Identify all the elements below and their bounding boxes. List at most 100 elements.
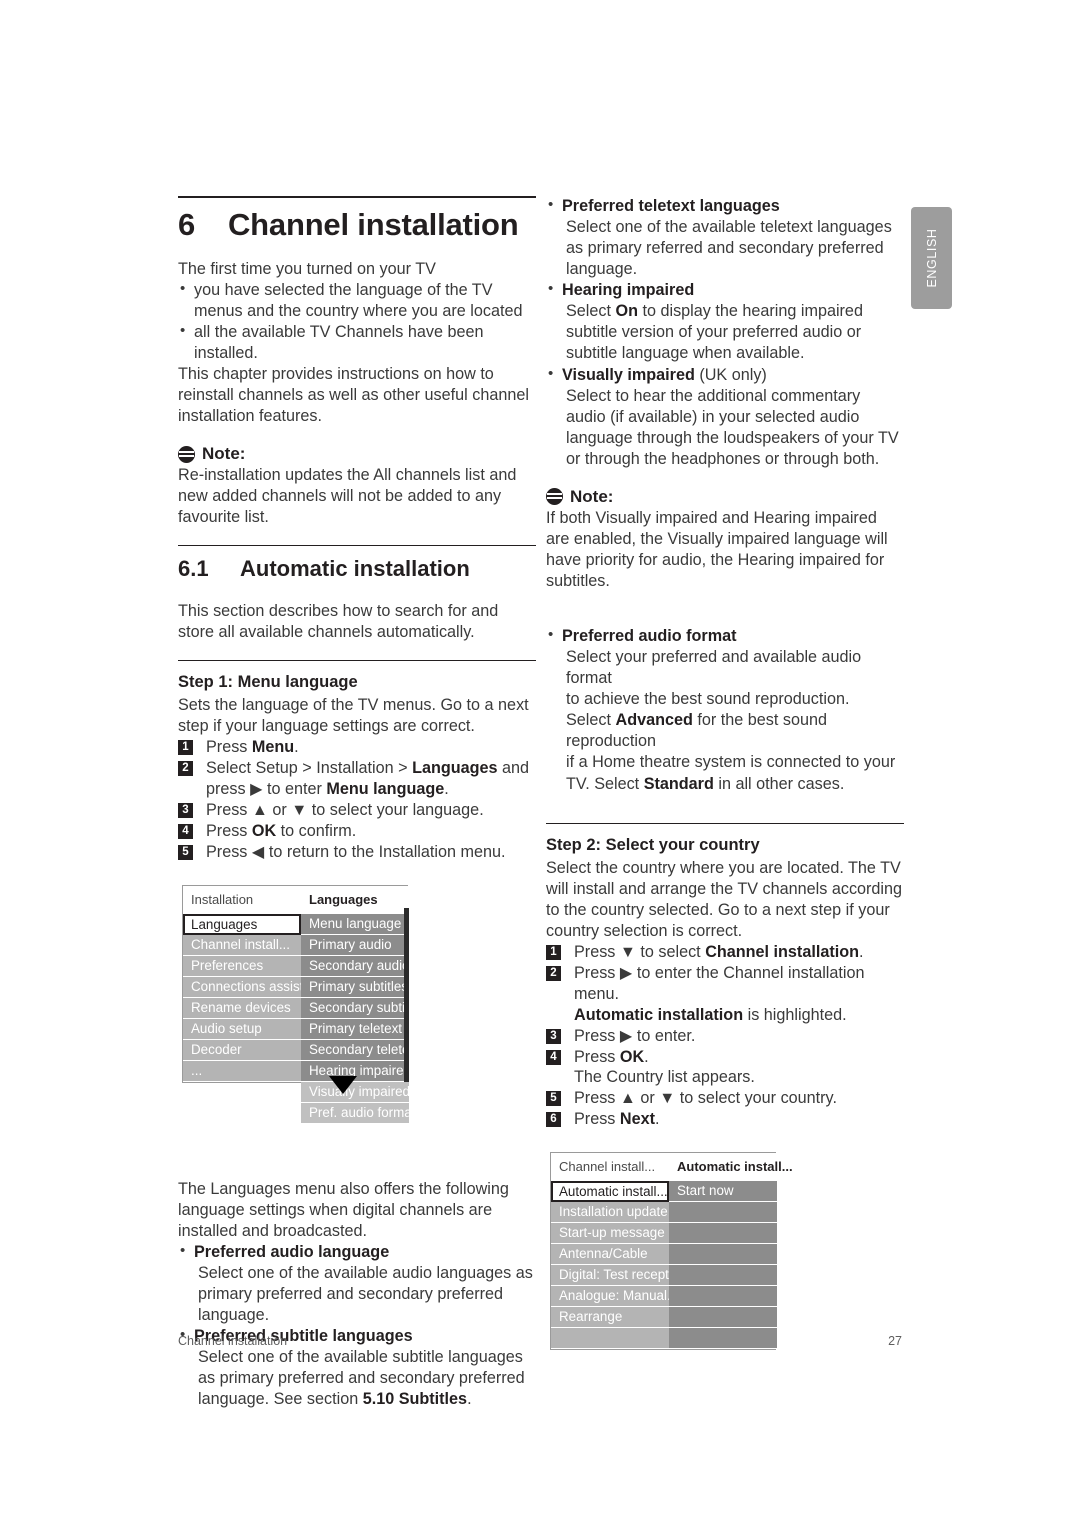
tv-menu-left-header: Installation (183, 885, 301, 914)
tv-menu-right-pane: Automatic install... Start now (669, 1153, 793, 1350)
bullet-body: Select On to display the hearing impaire… (562, 301, 904, 364)
menu-item-installation-update[interactable]: Installation update (551, 1202, 669, 1224)
menu-item-audio-setup[interactable]: Audio setup (183, 1018, 301, 1040)
list-item: all the available TV Channels have been … (178, 321, 536, 364)
menu-item-rearrange[interactable]: Rearrange (551, 1307, 669, 1329)
menu-item-automatic-install[interactable]: Automatic install... (551, 1181, 669, 1203)
step-text: Press ▼ to select (574, 943, 706, 962)
menu-item-blank (669, 1286, 777, 1308)
menu-item-secondary-subtitles[interactable]: Secondary subtitl.. (301, 997, 409, 1019)
menu-item-channel-install[interactable]: Channel install... (183, 934, 301, 956)
note-icon (178, 445, 195, 463)
tv-menu-languages[interactable]: Installation Languages Channel install..… (182, 884, 409, 1123)
menu-item-preferences[interactable]: Preferences (183, 955, 301, 977)
tv-menu-columns: Installation Languages Channel install..… (183, 885, 409, 1095)
menu-item-connections-assist[interactable]: Connections assist. (183, 976, 301, 998)
menu-item-primary-audio[interactable]: Primary audio (301, 934, 409, 956)
step-tail: . (444, 780, 449, 799)
step-text: Press (574, 1047, 620, 1066)
note-icon (546, 488, 563, 506)
menu-item-blank (669, 1202, 777, 1224)
bullet-title: Visually impaired (562, 365, 695, 384)
note-heading: Note: (178, 444, 536, 464)
menu-item-blank (669, 1223, 777, 1245)
menu-item-start-now[interactable]: Start now (669, 1181, 777, 1203)
step-keyword: Automatic installation (574, 1005, 744, 1024)
menu-item-languages[interactable]: Languages (183, 913, 301, 935)
footer-chapter-label: Channel installation (178, 1334, 288, 1348)
step-text: Select Setup > Installation > (206, 759, 413, 778)
step1-intro: Sets the language of the TV menus. Go to… (178, 696, 529, 736)
bullet-title: Preferred audio format (562, 627, 737, 646)
right-column: Preferred teletext languages Select one … (546, 195, 904, 1351)
audio-format-line3-pre: Select (566, 711, 616, 730)
list-item: Preferred teletext languages Select one … (546, 195, 904, 280)
step-text: Press ▶ to enter. (574, 1026, 696, 1045)
menu-item-secondary-audio[interactable]: Secondary audio (301, 955, 409, 977)
document-page: 6 Channel installation The first time you… (0, 0, 1080, 1528)
step1-heading: Step 1: Menu language (178, 672, 358, 691)
step-marker: 4 (178, 823, 193, 839)
bullet-body: Select your preferred and available audi… (562, 647, 904, 794)
tv-menu-channel-installation[interactable]: Channel install... Automatic install... … (550, 1152, 793, 1351)
section-rule (178, 545, 536, 547)
bullet-title: Hearing impaired (562, 281, 695, 300)
list-item: 5 Press ◀ to return to the Installation … (178, 842, 536, 863)
step-marker: 3 (546, 1028, 561, 1044)
audio-format-line5-tail: in all other cases. (713, 774, 845, 793)
bullet-body: Select one of the available audio langua… (198, 1263, 533, 1325)
step-text: press ▶ to enter (206, 780, 327, 799)
left-column: 6 Channel installation The first time you… (178, 196, 536, 1410)
menu-item-startup-message[interactable]: Start-up message (551, 1223, 669, 1245)
menu-item-primary-teletext[interactable]: Primary teletext (301, 1018, 409, 1040)
note-label: Note: (570, 486, 614, 506)
step-marker: 4 (546, 1049, 561, 1065)
list-item: you have selected the language of the TV… (178, 279, 536, 322)
menu-scrollbar[interactable] (404, 907, 409, 1095)
scroll-down-arrow-icon (329, 1075, 357, 1094)
step-text: Press ▶ to enter the Channel installatio… (574, 963, 865, 1003)
menu-item-digital-test-reception[interactable]: Digital: Test recept... (551, 1265, 669, 1287)
footer-page-number: 27 (888, 1334, 902, 1348)
menu-item-rename-devices[interactable]: Rename devices (183, 997, 301, 1019)
audio-format-line4: if a Home theatre system is connected to… (566, 753, 896, 772)
audio-format-line1: Select your preferred and available audi… (566, 648, 862, 688)
step-text: Press ▲ or ▼ to select your country. (574, 1089, 837, 1108)
step2-heading: Step 2: Select your country (546, 835, 760, 854)
step2-rule (546, 822, 904, 824)
menu-item-secondary-teletext[interactable]: Secondary teletext (301, 1039, 409, 1061)
step-text: Press (206, 738, 252, 757)
step-marker: 1 (546, 945, 561, 961)
step2-list: 1 Press ▼ to select Channel installation… (546, 942, 904, 1130)
step-continuation: The Country list appears. (574, 1068, 755, 1087)
note-body: Re-installation updates the All channels… (178, 466, 517, 527)
audio-format-line2: to achieve the best sound reproduction. (566, 690, 850, 709)
menu-item-analogue-manual[interactable]: Analogue: Manual... (551, 1286, 669, 1308)
menu-item-more[interactable]: ... (183, 1060, 301, 1082)
intro-lead: The first time you turned on your TV (178, 259, 436, 278)
menu-item-primary-subtitles[interactable]: Primary subtitles (301, 976, 409, 998)
list-item: 1 Press Menu. (178, 737, 536, 758)
menu-item-antenna-cable[interactable]: Antenna/Cable (551, 1244, 669, 1266)
menu-item-decoder[interactable]: Decoder (183, 1039, 301, 1061)
step-tail: . (654, 1110, 660, 1129)
tv-menu-right-pane: Languages Menu language Primary audio Se… (301, 885, 409, 1095)
chapter-title: Channel installation (228, 207, 519, 242)
bullet-body: Select to hear the additional commentary… (566, 386, 899, 468)
step-text: Press ▲ or ▼ to select your language. (206, 800, 484, 819)
audio-format-line5-pre: TV. Select (566, 774, 644, 793)
step-continuation: press ▶ to enter Menu language. (206, 779, 536, 800)
intro-tail: This chapter provides instructions on ho… (178, 365, 529, 426)
step-tail: and (497, 759, 530, 778)
audio-format-bullet: Preferred audio format Select your prefe… (546, 625, 904, 795)
menu-item-menu-language[interactable]: Menu language (301, 913, 409, 935)
menu-item-pref-audio-format[interactable]: Pref. audio format (301, 1102, 409, 1123)
step-marker: 2 (546, 965, 561, 981)
bullet-body-kw: On (615, 302, 638, 321)
chapter-number: 6 (178, 207, 196, 242)
tv-menu-right-header: Languages (301, 885, 409, 914)
step-text: Press (206, 821, 252, 840)
language-side-tab-label: ENGLISH (924, 228, 939, 288)
